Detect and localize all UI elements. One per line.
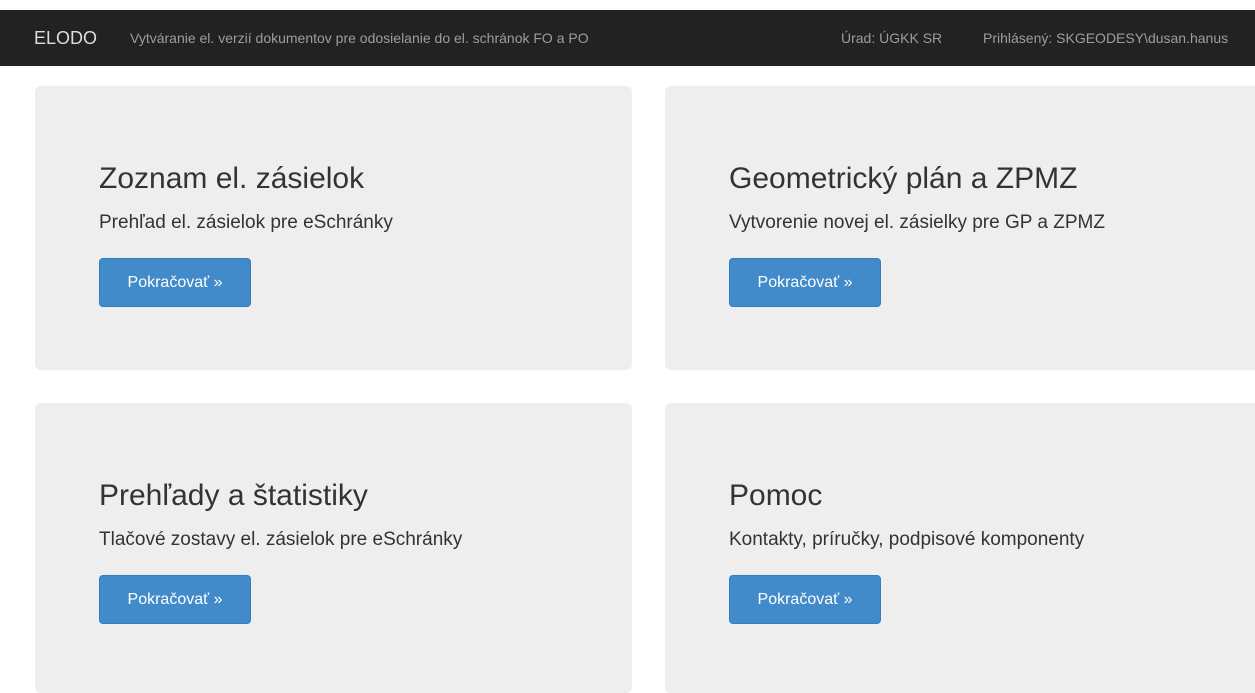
office-label: Úrad: ÚGKK SR bbox=[841, 30, 943, 46]
continue-button-help[interactable]: Pokračovať » bbox=[729, 575, 881, 624]
panel-title: Pomoc bbox=[729, 479, 823, 512]
continue-button-statistics[interactable]: Pokračovať » bbox=[99, 575, 251, 624]
panel-description: Kontakty, príručky, podpisové komponenty bbox=[729, 529, 1085, 550]
logged-user-label: Prihlásený: SKGEODESY\dusan.hanus bbox=[983, 30, 1229, 46]
panel-title: Zoznam el. zásielok bbox=[99, 162, 365, 195]
app-subtitle: Vytváranie el. verzií dokumentov pre odo… bbox=[130, 30, 589, 46]
panel-description: Tlačové zostavy el. zásielok pre eSchrán… bbox=[99, 529, 463, 550]
panel-help: Pomoc Kontakty, príručky, podpisové komp… bbox=[665, 403, 1255, 693]
panel-geometric-plan: Geometrický plán a ZPMZ Vytvorenie novej… bbox=[665, 86, 1255, 370]
panel-statistics: Prehľady a štatistiky Tlačové zostavy el… bbox=[35, 403, 632, 693]
panel-title: Prehľady a štatistiky bbox=[99, 479, 368, 512]
continue-button-shipment-list[interactable]: Pokračovať » bbox=[99, 258, 251, 307]
panel-description: Prehľad el. zásielok pre eSchránky bbox=[99, 212, 393, 233]
continue-button-geometric-plan[interactable]: Pokračovať » bbox=[729, 258, 881, 307]
brand-link[interactable]: ELODO bbox=[34, 28, 97, 48]
panel-shipment-list: Zoznam el. zásielok Prehľad el. zásielok… bbox=[35, 86, 632, 370]
top-navbar: ELODO Vytváranie el. verzií dokumentov p… bbox=[0, 0, 1255, 66]
panel-title: Geometrický plán a ZPMZ bbox=[729, 162, 1078, 195]
navbar-bar: ELODO Vytváranie el. verzií dokumentov p… bbox=[0, 10, 1255, 66]
panel-description: Vytvorenie novej el. zásielky pre GP a Z… bbox=[729, 212, 1105, 233]
